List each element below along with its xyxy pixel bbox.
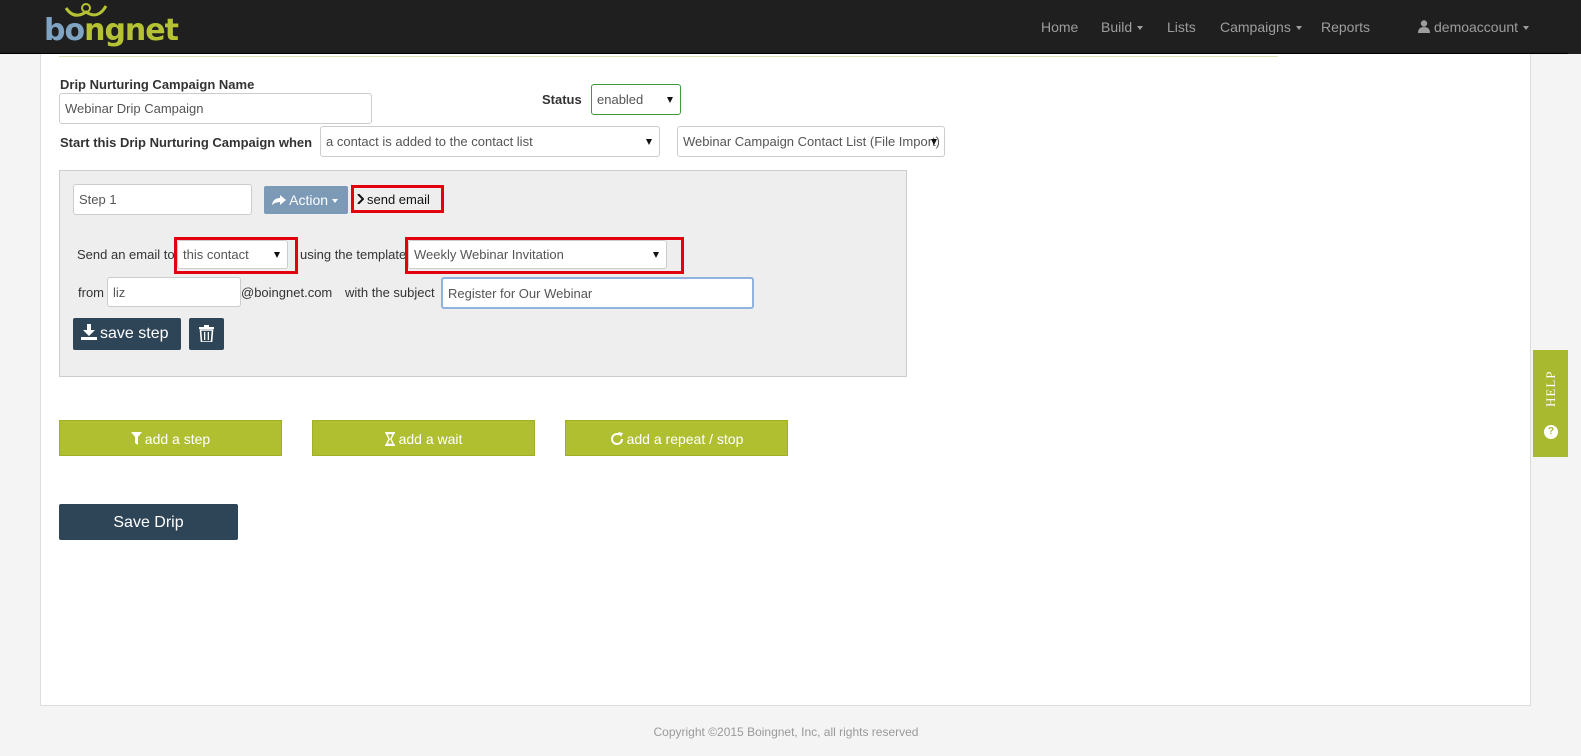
user-icon <box>1418 20 1430 33</box>
chevron-down-icon <box>1523 26 1530 31</box>
nav-home[interactable]: Home <box>1041 19 1078 35</box>
filter-icon <box>130 432 142 445</box>
trigger-select[interactable]: a contact is added to the contact list <box>320 126 660 157</box>
boingnet-logo[interactable]: bongnet <box>44 3 179 48</box>
top-navbar: bongnet Home Build Lists Campaigns Repor… <box>0 0 1568 54</box>
help-label: HELP <box>1543 370 1558 408</box>
save-step-label: save step <box>100 325 169 342</box>
status-label: Status <box>542 92 582 107</box>
contact-list-select[interactable]: Webinar Campaign Contact List (File Impo… <box>677 126 945 157</box>
template-select[interactable]: Weekly Webinar Invitation <box>408 240 667 269</box>
refresh-icon <box>610 432 623 445</box>
add-wait-button[interactable]: add a wait <box>312 420 535 456</box>
trigger-value: a contact is added to the contact list <box>326 134 533 149</box>
campaign-name-input[interactable] <box>59 93 372 124</box>
chevron-down-icon <box>1295 26 1302 31</box>
delete-step-button[interactable] <box>189 318 224 350</box>
share-icon <box>272 195 286 205</box>
dropdown-arrow-icon <box>646 139 652 145</box>
status-select[interactable]: enabled <box>591 84 681 115</box>
from-label: from <box>78 285 104 300</box>
action-type-label: send email <box>357 192 430 207</box>
scrollbar-track[interactable] <box>1568 0 1581 54</box>
send-to-label: Send an email to <box>77 247 175 262</box>
template-value: Weekly Webinar Invitation <box>414 247 564 262</box>
from-input[interactable] <box>107 277 241 307</box>
action-type-text: send email <box>367 192 430 207</box>
download-icon <box>81 324 97 340</box>
start-trigger-label: Start this Drip Nurturing Campaign when <box>60 135 313 150</box>
email-domain: @boingnet.com <box>241 285 333 300</box>
add-repeat-label: add a repeat / stop <box>626 431 744 447</box>
contact-list-value: Webinar Campaign Contact List (File Impo… <box>683 134 939 149</box>
add-step-button[interactable]: add a step <box>59 420 282 456</box>
subject-input[interactable] <box>441 277 754 309</box>
step-name-input[interactable] <box>73 184 252 215</box>
save-step-button[interactable]: save step <box>73 318 181 350</box>
logo-text-green: ngnet <box>84 13 179 48</box>
dropdown-arrow-icon <box>667 97 673 103</box>
nav-account-label: demoaccount <box>1434 19 1519 35</box>
recipient-value: this contact <box>183 247 249 262</box>
add-wait-label: add a wait <box>398 431 463 447</box>
subject-label: with the subject <box>345 285 435 300</box>
nav-reports[interactable]: Reports <box>1321 19 1370 35</box>
trash-icon <box>199 325 214 342</box>
action-dropdown-button[interactable]: Action <box>264 186 348 214</box>
dropdown-arrow-icon <box>653 252 659 258</box>
footer-copyright: Copyright ©2015 Boingnet, Inc, all right… <box>653 725 919 739</box>
logo-text-blue: bo <box>44 13 85 48</box>
chevron-down-icon <box>1137 26 1144 31</box>
dropdown-arrow-icon <box>931 139 937 145</box>
add-repeat-stop-button[interactable]: add a repeat / stop <box>565 420 788 456</box>
nav-campaigns[interactable]: Campaigns <box>1220 19 1302 35</box>
nav-build[interactable]: Build <box>1101 19 1144 35</box>
dropdown-arrow-icon <box>274 252 280 258</box>
nav-campaigns-label: Campaigns <box>1220 19 1291 35</box>
question-circle-icon: ? <box>1544 425 1558 439</box>
template-label: using the template <box>300 247 407 262</box>
save-drip-button[interactable]: Save Drip <box>59 504 238 540</box>
nav-account-menu[interactable]: demoaccount <box>1418 19 1530 35</box>
chevron-right-icon <box>357 193 365 205</box>
add-step-label: add a step <box>144 431 211 447</box>
nav-lists[interactable]: Lists <box>1167 19 1196 35</box>
action-label: Action <box>289 192 329 208</box>
status-value: enabled <box>597 92 644 107</box>
divider <box>59 56 1278 57</box>
recipient-select[interactable]: this contact <box>177 240 288 269</box>
chevron-down-icon <box>332 199 339 204</box>
hourglass-icon <box>384 432 395 446</box>
nav-build-label: Build <box>1101 19 1133 35</box>
campaign-name-label: Drip Nurturing Campaign Name <box>60 77 255 92</box>
